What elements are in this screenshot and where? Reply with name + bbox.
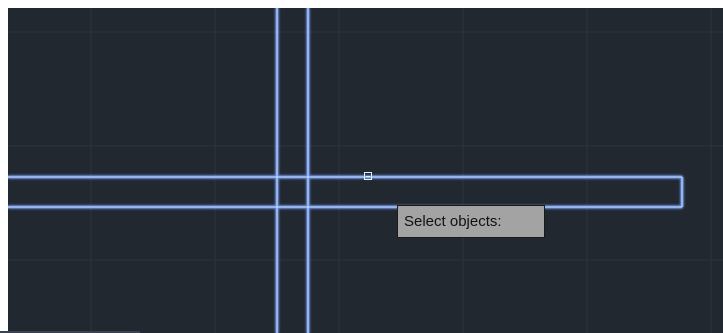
drawing-geometry xyxy=(8,8,723,333)
selected-geometry[interactable] xyxy=(8,8,684,333)
app-window: Select objects: xyxy=(0,0,723,333)
drawing-canvas[interactable]: Select objects: xyxy=(8,8,723,333)
prompt-text: Select objects: xyxy=(404,213,502,230)
command-prompt-tooltip: Select objects: xyxy=(397,205,545,238)
pickbox-icon xyxy=(364,172,372,180)
grid xyxy=(8,8,723,333)
